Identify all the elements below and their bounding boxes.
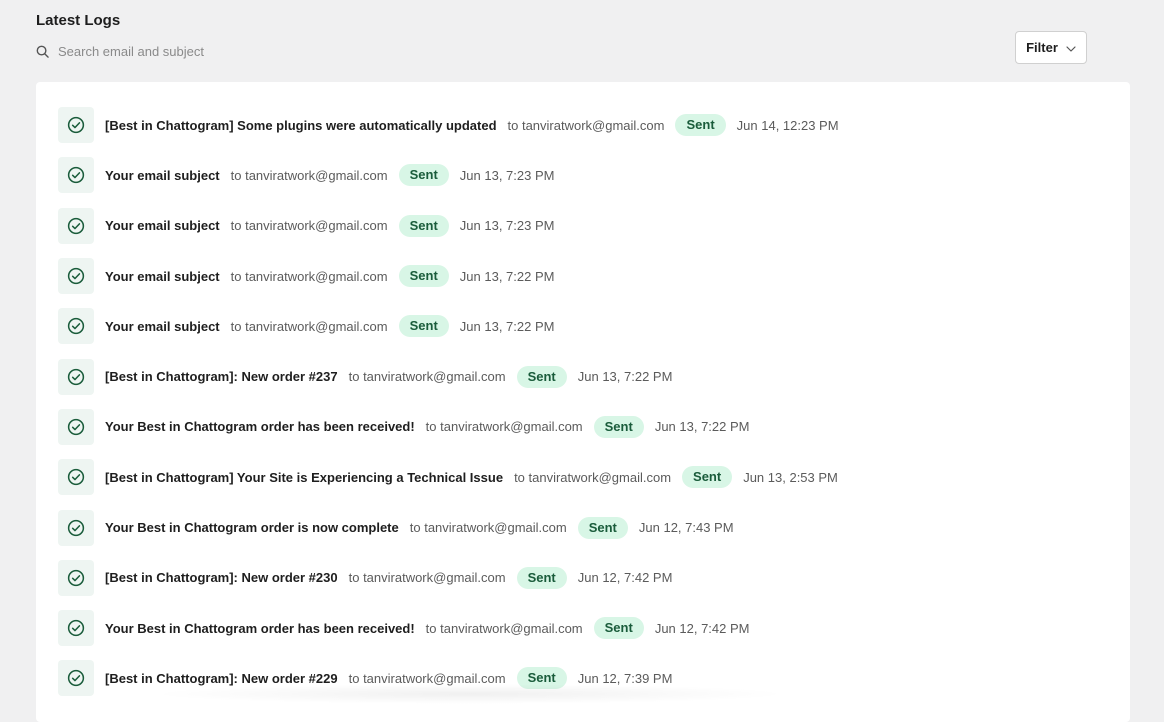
log-subject: Your email subject <box>105 268 220 284</box>
log-date: Jun 12, 7:43 PM <box>638 520 734 536</box>
search-bar <box>36 44 358 59</box>
log-subject: Your Best in Chattogram order has been r… <box>105 419 415 435</box>
status-badge: Sent <box>593 617 644 640</box>
bottom-shadow <box>150 684 790 704</box>
log-recipient: to tanviratwork@gmail.com <box>230 268 388 284</box>
log-row[interactable]: Your email subject to tanviratwork@gmail… <box>58 301 1130 351</box>
log-row[interactable]: [Best in Chattogram] Your Site is Experi… <box>58 452 1130 502</box>
log-row[interactable]: Your Best in Chattogram order has been r… <box>58 402 1130 452</box>
log-date: Jun 13, 7:23 PM <box>459 167 555 183</box>
check-circle-icon <box>58 107 94 144</box>
chevron-down-icon <box>1066 40 1076 55</box>
log-row[interactable]: Your Best in Chattogram order has been r… <box>58 603 1130 653</box>
check-circle-icon <box>58 559 94 596</box>
log-date: Jun 13, 7:22 PM <box>577 369 673 385</box>
log-row[interactable]: Your email subject to tanviratwork@gmail… <box>58 251 1130 301</box>
log-date: Jun 12, 7:42 PM <box>577 570 673 586</box>
log-recipient: to tanviratwork@gmail.com <box>507 117 665 133</box>
filter-label: Filter <box>1026 40 1058 55</box>
check-circle-icon <box>58 157 94 194</box>
page-title: Latest Logs <box>36 12 121 29</box>
log-subject: [Best in Chattogram]: New order #237 <box>105 369 338 385</box>
check-circle-icon <box>58 408 94 445</box>
status-badge: Sent <box>682 466 733 489</box>
status-badge: Sent <box>398 315 449 338</box>
log-recipient: to tanviratwork@gmail.com <box>409 520 567 536</box>
search-icon <box>36 45 49 58</box>
log-row[interactable]: [Best in Chattogram]: New order #230 to … <box>58 553 1130 603</box>
log-date: Jun 13, 7:22 PM <box>654 419 750 435</box>
log-date: Jun 13, 2:53 PM <box>743 469 838 485</box>
log-recipient: to tanviratwork@gmail.com <box>514 469 672 485</box>
check-circle-icon <box>58 459 94 496</box>
log-row[interactable]: [Best in Chattogram]: New order #237 to … <box>58 351 1130 401</box>
status-badge: Sent <box>398 164 449 187</box>
log-date: Jun 12, 7:42 PM <box>654 620 750 636</box>
log-row[interactable]: Your Best in Chattogram order is now com… <box>58 502 1130 552</box>
status-badge: Sent <box>516 566 567 589</box>
status-badge: Sent <box>398 265 449 288</box>
log-date: Jun 13, 7:23 PM <box>459 218 555 234</box>
search-input[interactable] <box>58 44 358 59</box>
log-subject: [Best in Chattogram] Your Site is Experi… <box>105 469 504 485</box>
log-recipient: to tanviratwork@gmail.com <box>348 369 506 385</box>
check-circle-icon <box>58 207 94 244</box>
check-circle-icon <box>58 509 94 546</box>
log-subject: [Best in Chattogram]: New order #230 <box>105 570 338 586</box>
log-recipient: to tanviratwork@gmail.com <box>425 620 583 636</box>
check-circle-icon <box>58 610 94 647</box>
log-subject: Your Best in Chattogram order has been r… <box>105 620 415 636</box>
log-date: Jun 14, 12:23 PM <box>736 117 839 133</box>
log-recipient: to tanviratwork@gmail.com <box>230 167 388 183</box>
log-row[interactable]: Your email subject to tanviratwork@gmail… <box>58 201 1130 251</box>
check-circle-icon <box>58 660 94 697</box>
logs-panel: [Best in Chattogram] Some plugins were a… <box>36 82 1130 722</box>
check-circle-icon <box>58 258 94 295</box>
log-date: Jun 13, 7:22 PM <box>459 268 555 284</box>
check-circle-icon <box>58 358 94 395</box>
log-row[interactable]: [Best in Chattogram] Some plugins were a… <box>58 100 1130 150</box>
status-badge: Sent <box>577 516 628 539</box>
status-badge: Sent <box>675 114 726 137</box>
status-badge: Sent <box>593 415 644 438</box>
check-circle-icon <box>58 308 94 345</box>
log-subject: Your email subject <box>105 318 220 334</box>
log-recipient: to tanviratwork@gmail.com <box>348 570 506 586</box>
log-date: Jun 13, 7:22 PM <box>459 318 555 334</box>
status-badge: Sent <box>516 365 567 388</box>
log-recipient: to tanviratwork@gmail.com <box>425 419 583 435</box>
log-subject: Your email subject <box>105 167 220 183</box>
log-recipient: to tanviratwork@gmail.com <box>230 318 388 334</box>
log-subject: [Best in Chattogram] Some plugins were a… <box>105 117 497 133</box>
log-subject: Your email subject <box>105 218 220 234</box>
log-list: [Best in Chattogram] Some plugins were a… <box>58 100 1130 704</box>
log-row[interactable]: Your email subject to tanviratwork@gmail… <box>58 150 1130 200</box>
filter-button[interactable]: Filter <box>1015 31 1087 64</box>
status-badge: Sent <box>398 214 449 237</box>
log-recipient: to tanviratwork@gmail.com <box>230 218 388 234</box>
log-subject: Your Best in Chattogram order is now com… <box>105 520 399 536</box>
